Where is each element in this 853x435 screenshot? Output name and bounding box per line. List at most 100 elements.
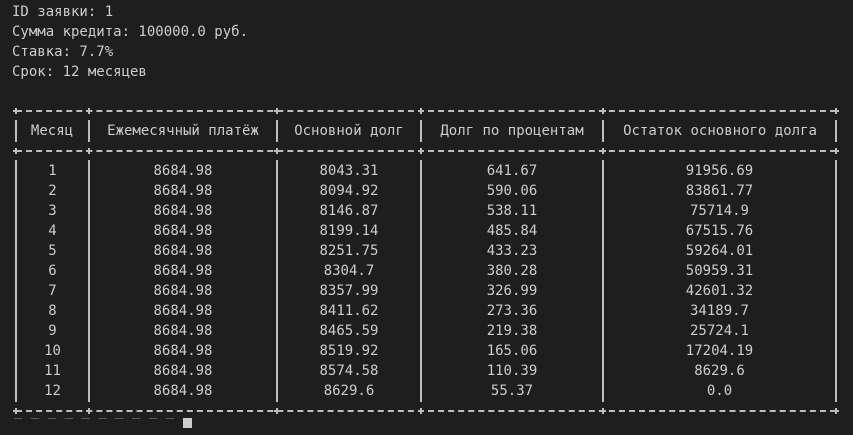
- row-month-cell: 10: [44, 343, 61, 359]
- prompt-tail: ‾ ‾ ‾ ‾ ‾ ‾ ‾ ‾ ‾ ‾: [14, 417, 175, 433]
- table-junction: [86, 108, 92, 114]
- row-principal-cell: 8094.92: [319, 183, 379, 199]
- table-junction: [600, 108, 606, 114]
- table-column-divider: [276, 120, 278, 142]
- loan-term-line: Срок: 12 месяцев: [12, 64, 147, 80]
- header-month: Месяц: [30, 123, 74, 139]
- table-junction: [13, 408, 19, 414]
- table-column-divider: [420, 120, 422, 142]
- row-payment-cell: 8684.98: [153, 323, 213, 339]
- table-column-divider: [88, 120, 90, 142]
- row-principal-cell: 8043.31: [319, 163, 379, 179]
- row-month-cell: 3: [48, 203, 57, 219]
- interest-rate-line: Ставка: 7.7%: [12, 44, 114, 60]
- table-junction: [600, 408, 606, 414]
- terminal-output: ID заявки: 1 Сумма кредита: 100000.0 руб…: [0, 0, 853, 433]
- row-interest-cell: 485.84: [486, 223, 538, 239]
- row-remaining-cell: 42601.32: [685, 283, 754, 299]
- row-payment-cell: 8684.98: [153, 283, 213, 299]
- row-remaining-cell: 8629.6: [694, 363, 745, 379]
- row-remaining-cell: 25724.1: [689, 323, 749, 339]
- row-remaining-cell: 34189.7: [689, 303, 749, 319]
- row-interest-cell: 590.06: [486, 183, 538, 199]
- row-payment-cell: 8684.98: [153, 243, 213, 259]
- table-junction: [833, 148, 839, 154]
- row-payment-cell: 8684.98: [153, 263, 213, 279]
- table-header-separator: [16, 150, 836, 152]
- row-principal-cell: 8251.75: [319, 243, 379, 259]
- row-principal-cell: 8146.87: [319, 203, 379, 219]
- table-junction: [418, 408, 424, 414]
- row-interest-cell: 273.36: [486, 303, 538, 319]
- row-month-cell: 4: [48, 223, 57, 239]
- row-remaining-cell: 75714.9: [689, 203, 749, 219]
- row-principal-cell: 8357.99: [319, 283, 379, 299]
- row-principal-cell: 8304.7: [323, 263, 375, 279]
- row-month-cell: 5: [48, 243, 57, 259]
- row-month-cell: 12: [44, 383, 61, 399]
- header-principal: Основной долг: [294, 123, 404, 139]
- table-junction: [418, 148, 424, 154]
- table-junction: [600, 148, 606, 154]
- row-interest-cell: 219.38: [486, 323, 538, 339]
- row-remaining-cell: 50959.31: [685, 263, 754, 279]
- row-principal-cell: 8411.62: [319, 303, 379, 319]
- row-payment-cell: 8684.98: [153, 343, 213, 359]
- text-cursor: [183, 418, 192, 428]
- table-column-divider: [602, 120, 604, 142]
- table-column-divider: [276, 160, 278, 402]
- row-interest-cell: 110.39: [486, 363, 538, 379]
- table-junction: [274, 148, 280, 154]
- table-junction: [86, 408, 92, 414]
- row-interest-cell: 380.28: [486, 263, 538, 279]
- row-month-cell: 8: [48, 303, 57, 319]
- table-column-divider: [835, 120, 837, 142]
- row-principal-cell: 8629.6: [323, 383, 375, 399]
- loan-amount-line: Сумма кредита: 100000.0 руб.: [12, 24, 249, 40]
- table-column-divider: [835, 160, 837, 402]
- row-month-cell: 11: [44, 363, 61, 379]
- row-interest-cell: 165.06: [486, 343, 538, 359]
- row-interest-cell: 55.37: [490, 383, 534, 399]
- row-principal-cell: 8465.59: [319, 323, 379, 339]
- table-top-border: [16, 110, 836, 112]
- row-principal-cell: 8199.14: [319, 223, 379, 239]
- table-junction: [833, 408, 839, 414]
- row-month-cell: 2: [48, 183, 57, 199]
- row-remaining-cell: 17204.19: [685, 343, 754, 359]
- header-interest: Долг по процентам: [440, 123, 584, 139]
- row-remaining-cell: 91956.69: [685, 163, 754, 179]
- row-interest-cell: 641.67: [486, 163, 538, 179]
- table-junction: [833, 108, 839, 114]
- table-column-divider: [15, 160, 17, 402]
- row-month-cell: 6: [48, 263, 57, 279]
- header-monthly-payment: Ежемесячный платёж: [107, 123, 259, 139]
- row-interest-cell: 433.23: [486, 243, 538, 259]
- row-payment-cell: 8684.98: [153, 203, 213, 219]
- table-column-divider: [15, 120, 17, 142]
- row-principal-cell: 8519.92: [319, 343, 379, 359]
- table-column-divider: [88, 160, 90, 402]
- table-junction: [274, 408, 280, 414]
- row-payment-cell: 8684.98: [153, 183, 213, 199]
- row-month-cell: 7: [48, 283, 57, 299]
- row-month-cell: 9: [48, 323, 57, 339]
- header-remaining-principal: Остаток основного долга: [623, 123, 817, 139]
- table-junction: [418, 108, 424, 114]
- table-junction: [13, 108, 19, 114]
- row-payment-cell: 8684.98: [153, 163, 213, 179]
- table-junction: [13, 148, 19, 154]
- table-bottom-border: [16, 410, 836, 412]
- row-interest-cell: 326.99: [486, 283, 538, 299]
- table-junction: [86, 148, 92, 154]
- table-column-divider: [602, 160, 604, 402]
- row-payment-cell: 8684.98: [153, 223, 213, 239]
- row-month-cell: 1: [48, 163, 57, 179]
- table-column-divider: [420, 160, 422, 402]
- row-remaining-cell: 67515.76: [685, 223, 754, 239]
- row-remaining-cell: 0.0: [706, 383, 733, 399]
- table-junction: [274, 108, 280, 114]
- loan-id-line: ID заявки: 1: [12, 4, 114, 20]
- row-remaining-cell: 83861.77: [685, 183, 754, 199]
- row-payment-cell: 8684.98: [153, 303, 213, 319]
